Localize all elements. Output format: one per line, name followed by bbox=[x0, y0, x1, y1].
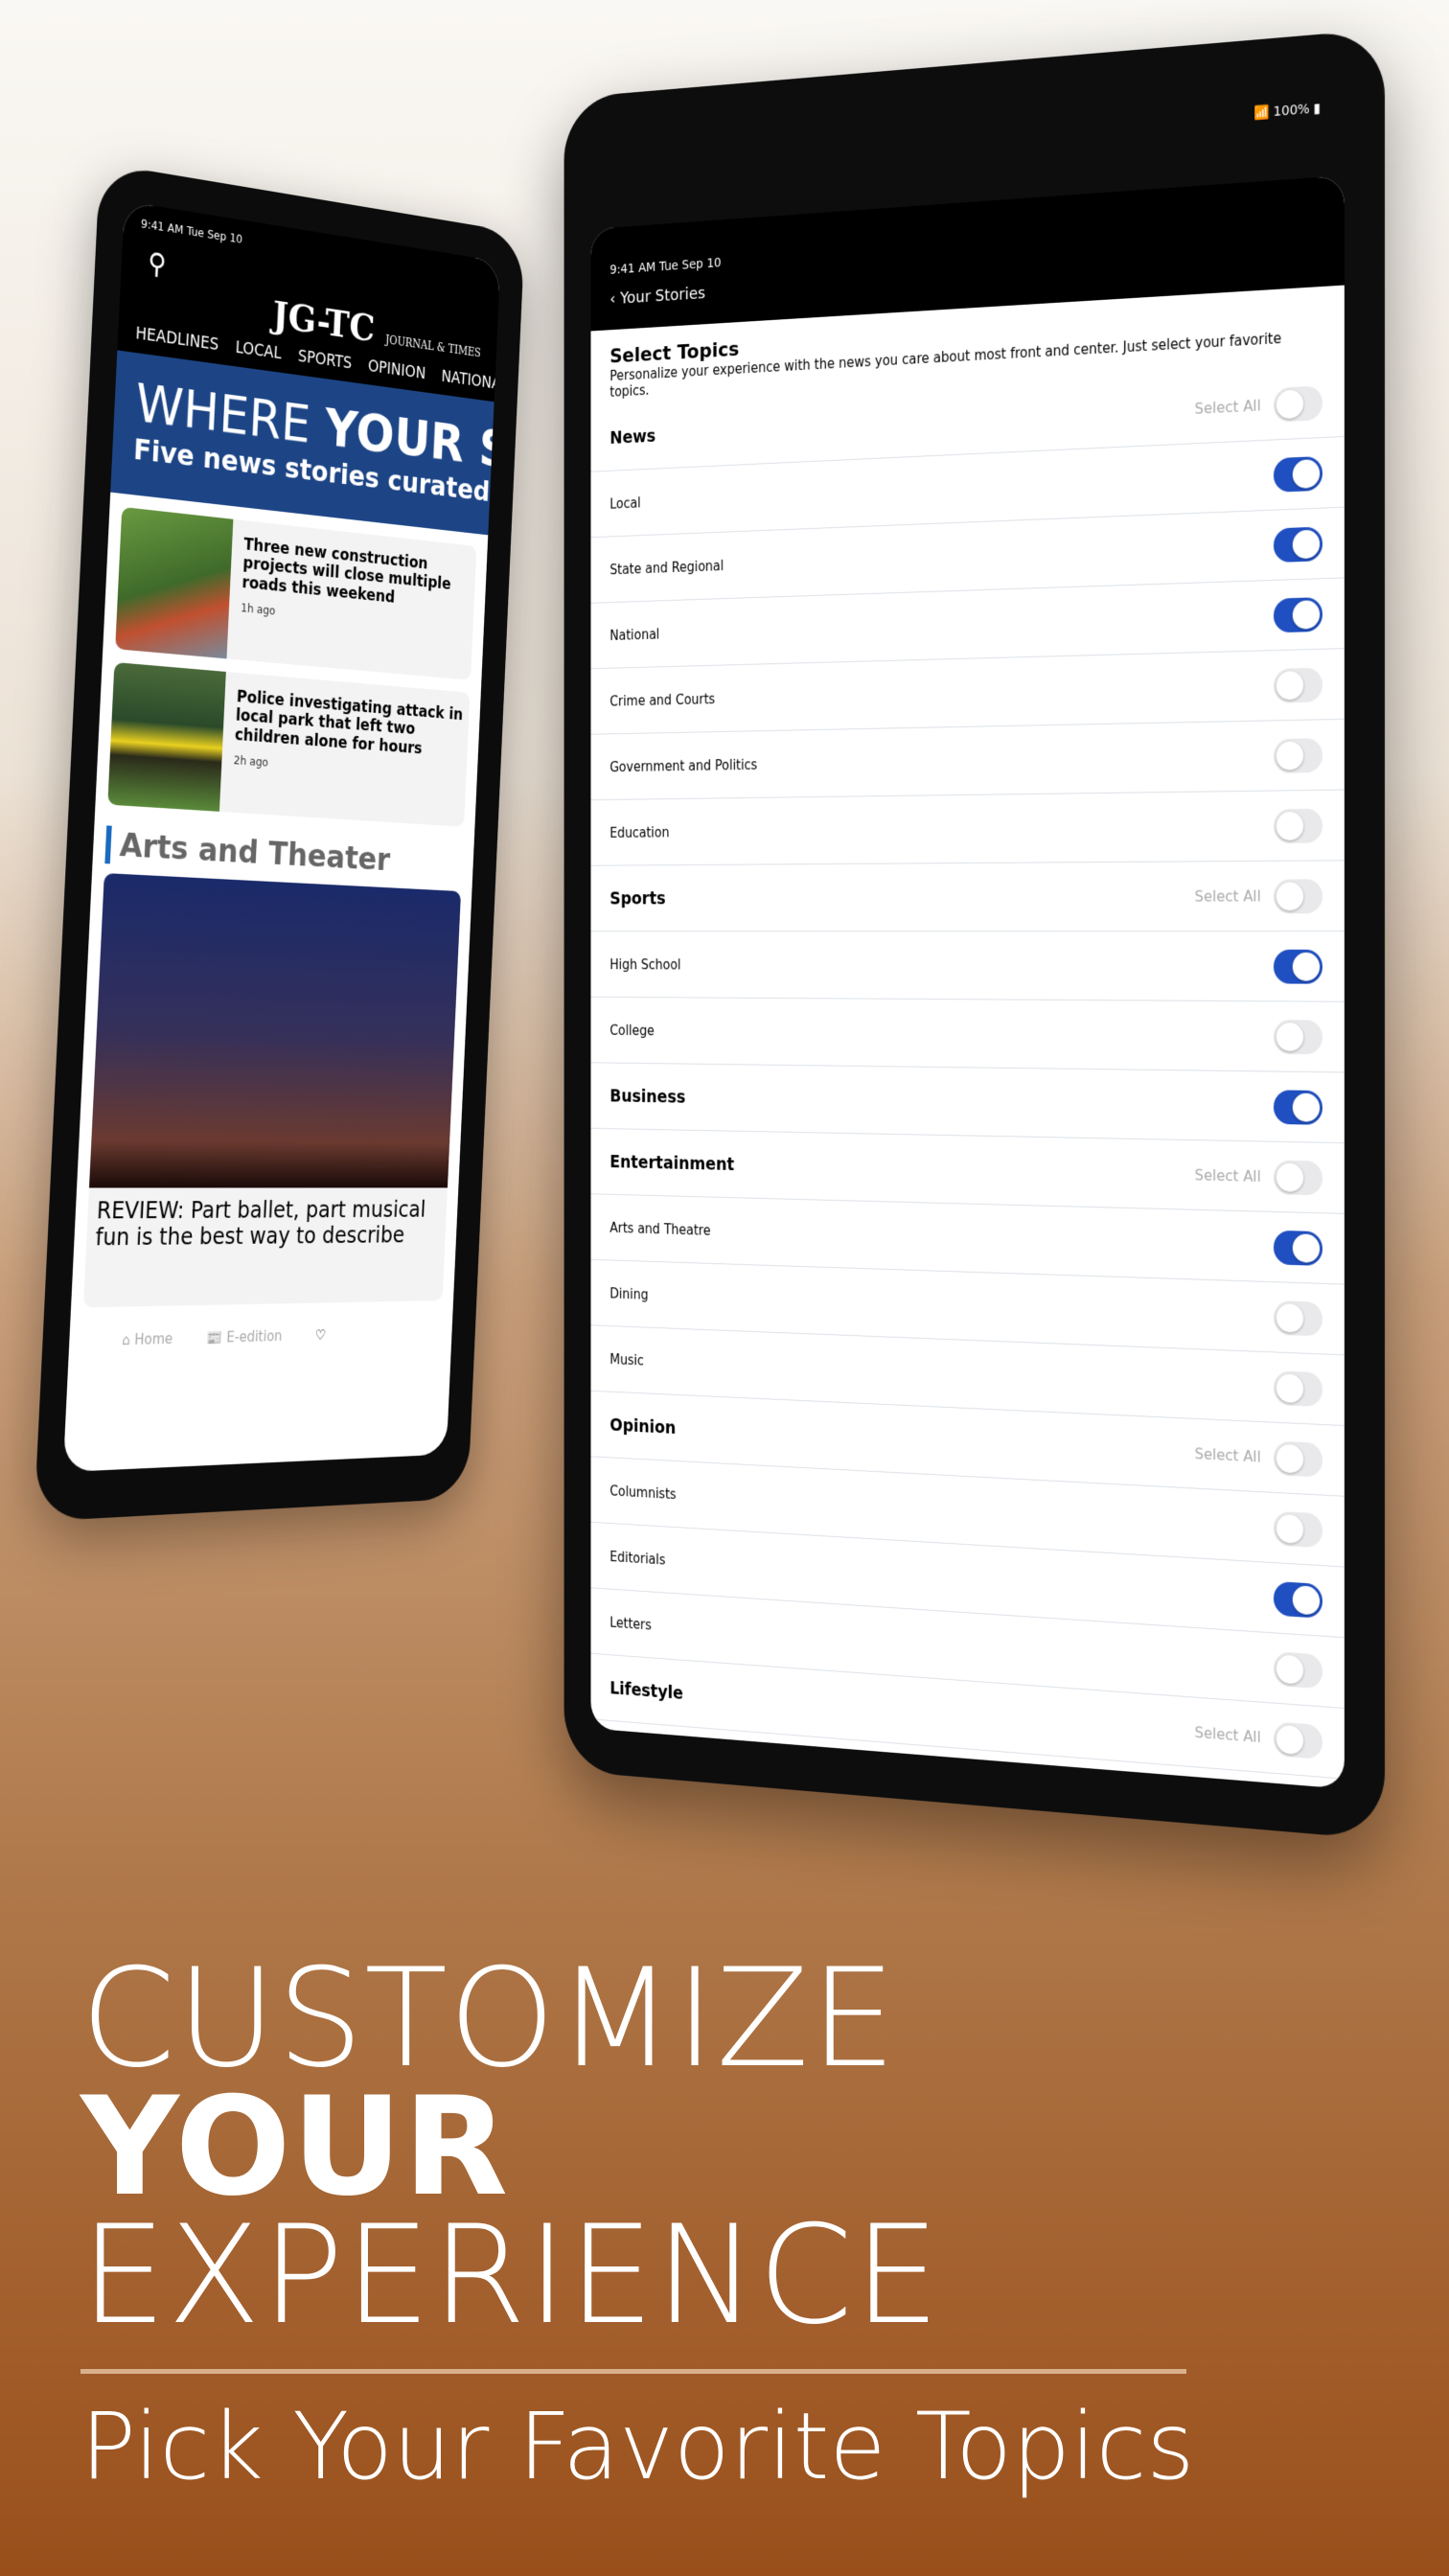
topic-toggle[interactable] bbox=[1273, 525, 1323, 563]
divider bbox=[80, 2369, 1186, 2374]
select-all-toggle[interactable] bbox=[1273, 878, 1323, 913]
feature-title: REVIEW: Part ballet, part musical bbox=[96, 1196, 426, 1225]
topic-toggle[interactable] bbox=[1273, 1650, 1323, 1689]
topic-toggle[interactable] bbox=[1273, 455, 1323, 493]
nav-national[interactable]: NATIONAL bbox=[441, 368, 500, 395]
select-all-label: Select All bbox=[1194, 886, 1261, 906]
topic-toggle[interactable] bbox=[1273, 1300, 1323, 1337]
promo-line-1: CUSTOMIZE bbox=[80, 1940, 898, 2098]
topic-toggle[interactable] bbox=[1273, 1510, 1323, 1548]
feature-story[interactable]: REVIEW: Part ballet, part musical fun is … bbox=[82, 873, 462, 1308]
tab-e-edition[interactable]: 📰 E-edition bbox=[206, 1327, 282, 1346]
select-all-toggle[interactable] bbox=[1273, 1439, 1323, 1478]
topic-label: Crime and Courts bbox=[610, 690, 716, 709]
topic-label: State and Regional bbox=[610, 557, 724, 578]
topic-label: College bbox=[610, 1022, 655, 1039]
topic-label: Sports bbox=[610, 887, 666, 908]
topic-toggle[interactable] bbox=[1273, 737, 1323, 773]
home-screen: 9:41 AM Tue Sep 10 ⚲ JG-TC JOURNAL & TIM… bbox=[62, 200, 501, 1473]
topic-label: High School bbox=[610, 955, 681, 973]
topic-row: College bbox=[590, 997, 1345, 1073]
nav-opinion[interactable]: OPINION bbox=[368, 357, 426, 383]
select-all-toggle[interactable] bbox=[1273, 384, 1323, 423]
topic-toggle[interactable] bbox=[1273, 667, 1323, 703]
nav-local[interactable]: LOCAL bbox=[235, 338, 282, 363]
topic-label: Local bbox=[610, 494, 641, 512]
story-image bbox=[115, 506, 234, 659]
topic-list: News Select All Local State and Regional Nat… bbox=[590, 366, 1345, 1780]
topic-label: Lifestyle bbox=[610, 1677, 683, 1704]
topic-row: Education bbox=[590, 790, 1345, 866]
story-title: Police investigating attack in local par… bbox=[234, 687, 464, 758]
feature-title-2: fun is the best way to describe bbox=[95, 1222, 405, 1252]
story-card[interactable]: Police investigating attack in local par… bbox=[107, 661, 471, 827]
feature-image bbox=[88, 873, 462, 1188]
section-heading: Arts and Theater bbox=[104, 825, 464, 883]
topics-screen: 9:41 AM Tue Sep 10 ‹ Your Stories Select… bbox=[590, 175, 1345, 1789]
status-icons: 📶 100% ▮ bbox=[1254, 101, 1322, 122]
topic-toggle[interactable] bbox=[1273, 596, 1323, 632]
story-title: Three new construction projects will clo… bbox=[242, 535, 451, 608]
topic-toggle[interactable] bbox=[1273, 1369, 1323, 1407]
topic-label: National bbox=[610, 625, 660, 644]
left-tablet: 9:41 AM Tue Sep 10 ⚲ JG-TC JOURNAL & TIM… bbox=[34, 162, 525, 1522]
nav-sports[interactable]: SPORTS bbox=[297, 347, 352, 373]
select-all-label: Select All bbox=[1194, 396, 1261, 418]
topic-row: Government and Politics bbox=[590, 719, 1345, 801]
topic-label: Arts and Theatre bbox=[610, 1219, 711, 1239]
select-all-label: Select All bbox=[1194, 1723, 1261, 1747]
topic-row: High School bbox=[590, 932, 1345, 1002]
topic-label: Entertainment bbox=[610, 1151, 735, 1175]
topic-toggle[interactable] bbox=[1273, 1089, 1323, 1125]
select-all-toggle[interactable] bbox=[1273, 1160, 1323, 1195]
topic-label: Music bbox=[610, 1350, 644, 1368]
promo-line-3: EXPERIENCE bbox=[80, 2196, 941, 2355]
topic-toggle[interactable] bbox=[1273, 808, 1323, 843]
topic-label: Government and Politics bbox=[610, 756, 758, 775]
promo-tagline: Pick Your Favorite Topics bbox=[80, 2393, 1195, 2500]
topic-label: Columnists bbox=[610, 1482, 677, 1503]
story-image bbox=[107, 661, 226, 812]
tab-bar: ⌂ Home 📰 E-edition ♡ bbox=[68, 1300, 453, 1375]
topic-toggle[interactable] bbox=[1273, 949, 1323, 984]
heart-icon[interactable]: ♡ bbox=[314, 1326, 326, 1344]
topic-label: Education bbox=[610, 823, 670, 841]
select-all-label: Select All bbox=[1194, 1444, 1261, 1466]
topic-label: News bbox=[610, 426, 656, 448]
story-time: 1h ago bbox=[241, 601, 276, 618]
select-all-toggle[interactable] bbox=[1273, 1720, 1323, 1760]
tab-home[interactable]: ⌂ Home bbox=[122, 1330, 173, 1348]
topic-label: Dining bbox=[610, 1284, 649, 1303]
story-time: 2h ago bbox=[233, 753, 269, 770]
topic-toggle[interactable] bbox=[1273, 1580, 1323, 1619]
topic-toggle[interactable] bbox=[1273, 1230, 1323, 1266]
topic-label: Business bbox=[610, 1086, 686, 1107]
right-tablet: 📶 100% ▮ 9:41 AM Tue Sep 10 ‹ Your Stori… bbox=[564, 29, 1385, 1840]
topic-label: Opinion bbox=[610, 1414, 677, 1438]
promo-text: CUSTOMIZE YOUR EXPERIENCE Pick Your Favo… bbox=[80, 1940, 1195, 2500]
story-card[interactable]: Three new construction projects will clo… bbox=[115, 506, 477, 680]
topic-toggle[interactable] bbox=[1273, 1019, 1323, 1054]
select-all-label: Select All bbox=[1194, 1165, 1261, 1185]
topic-label: Letters bbox=[610, 1614, 652, 1633]
topic-section-row: Sports Select All bbox=[590, 861, 1345, 932]
nav-headlines[interactable]: HEADLINES bbox=[135, 324, 219, 355]
topic-label: Editorials bbox=[610, 1548, 666, 1568]
